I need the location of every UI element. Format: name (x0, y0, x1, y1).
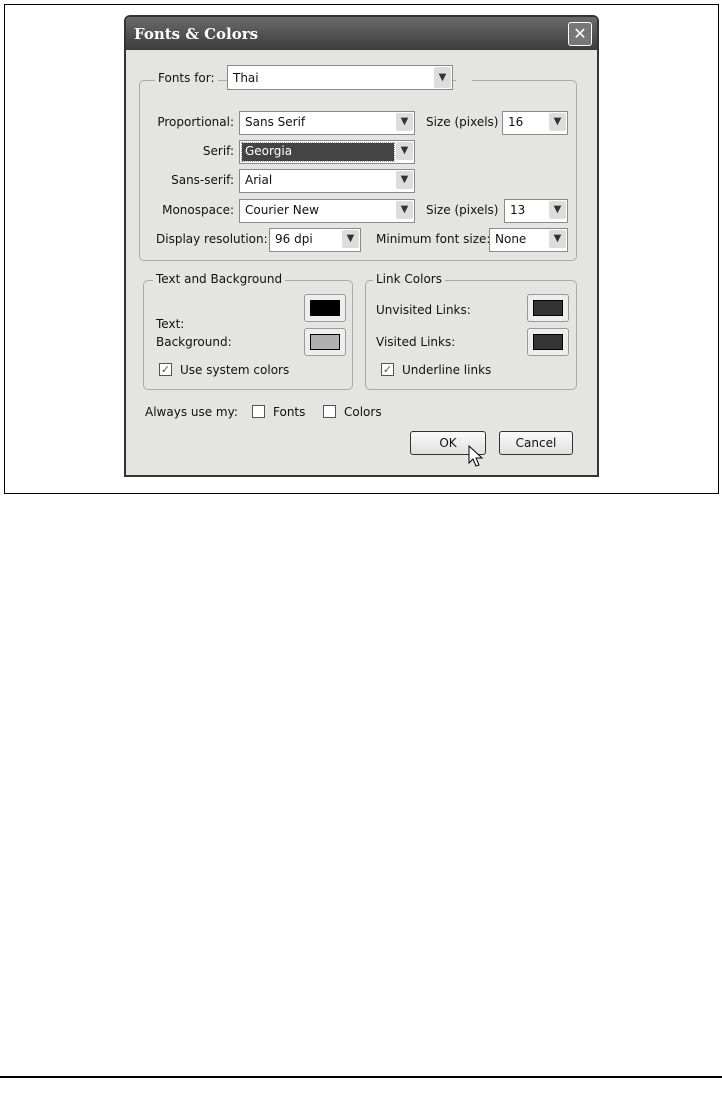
proportional-size-label: Size (pixels) (426, 115, 499, 129)
underline-links-label: Underline links (402, 363, 492, 377)
serif-label: Serif: (202, 144, 234, 158)
chevron-down-icon: ▼ (396, 113, 413, 131)
proportional-label: Proportional: (157, 115, 234, 129)
link-colors-legend: Link Colors (373, 272, 445, 286)
chevron-down-icon: ▼ (396, 201, 413, 219)
monospace-label: Monospace: (162, 203, 234, 217)
underline-links-checkbox[interactable]: ✓ (381, 363, 394, 376)
title-bar: Fonts & Colors ✕ (126, 17, 597, 50)
min-font-size-select[interactable]: None ▼ (489, 228, 568, 252)
resolution-select[interactable]: 96 dpi ▼ (269, 228, 361, 252)
sans-serif-label: Sans-serif: (171, 173, 234, 187)
fonts-for-select[interactable]: Thai ▼ (227, 65, 453, 90)
visited-links-color-button[interactable] (527, 328, 569, 356)
fonts-colors-dialog: Fonts & Colors ✕ Fonts for: Thai ▼ Propor… (124, 15, 599, 477)
cancel-button[interactable]: Cancel (499, 431, 573, 455)
always-fonts-label: Fonts (273, 405, 306, 419)
background-color-label: Background: (156, 335, 232, 349)
text-color-label: Text: (156, 317, 185, 331)
unvisited-links-color-button[interactable] (527, 294, 569, 322)
always-colors-checkbox[interactable] (323, 405, 336, 418)
always-colors-label: Colors (344, 405, 382, 419)
chevron-down-icon: ▼ (549, 230, 566, 248)
fonts-for-label: Fonts for: (155, 71, 218, 85)
sans-serif-select[interactable]: Arial ▼ (239, 169, 415, 193)
chevron-down-icon: ▼ (396, 142, 413, 160)
text-color-swatch (310, 300, 340, 316)
mouse-cursor-icon (468, 445, 484, 467)
chevron-down-icon: ▼ (549, 113, 566, 131)
dialog-title: Fonts & Colors (134, 25, 259, 43)
chevron-down-icon: ▼ (396, 171, 413, 189)
background-color-button[interactable] (304, 328, 346, 356)
proportional-select[interactable]: Sans Serif ▼ (239, 111, 415, 135)
text-color-button[interactable] (304, 294, 346, 322)
proportional-size-select[interactable]: 16 ▼ (502, 111, 568, 135)
use-system-colors-checkbox[interactable]: ✓ (159, 363, 172, 376)
min-font-size-label: Minimum font size: (376, 232, 491, 246)
monospace-size-select[interactable]: 13 ▼ (504, 199, 568, 223)
use-system-colors-label: Use system colors (180, 363, 290, 377)
unvisited-links-swatch (533, 300, 563, 316)
page-rule (0, 1076, 722, 1078)
monospace-select[interactable]: Courier New ▼ (239, 199, 415, 223)
chevron-down-icon: ▼ (434, 67, 451, 88)
chevron-down-icon: ▼ (342, 230, 359, 248)
chevron-down-icon: ▼ (549, 201, 566, 219)
background-color-swatch (310, 334, 340, 350)
unvisited-links-label: Unvisited Links: (376, 303, 471, 317)
visited-links-swatch (533, 334, 563, 350)
serif-select[interactable]: Georgia ▼ (239, 140, 415, 164)
close-icon: ✕ (573, 24, 587, 43)
monospace-size-label: Size (pixels) (426, 203, 499, 217)
resolution-label: Display resolution: (156, 232, 268, 246)
always-fonts-checkbox[interactable] (252, 405, 265, 418)
close-button[interactable]: ✕ (568, 22, 592, 46)
visited-links-label: Visited Links: (376, 335, 456, 349)
text-background-legend: Text and Background (153, 272, 286, 286)
always-use-label: Always use my: (145, 405, 238, 419)
